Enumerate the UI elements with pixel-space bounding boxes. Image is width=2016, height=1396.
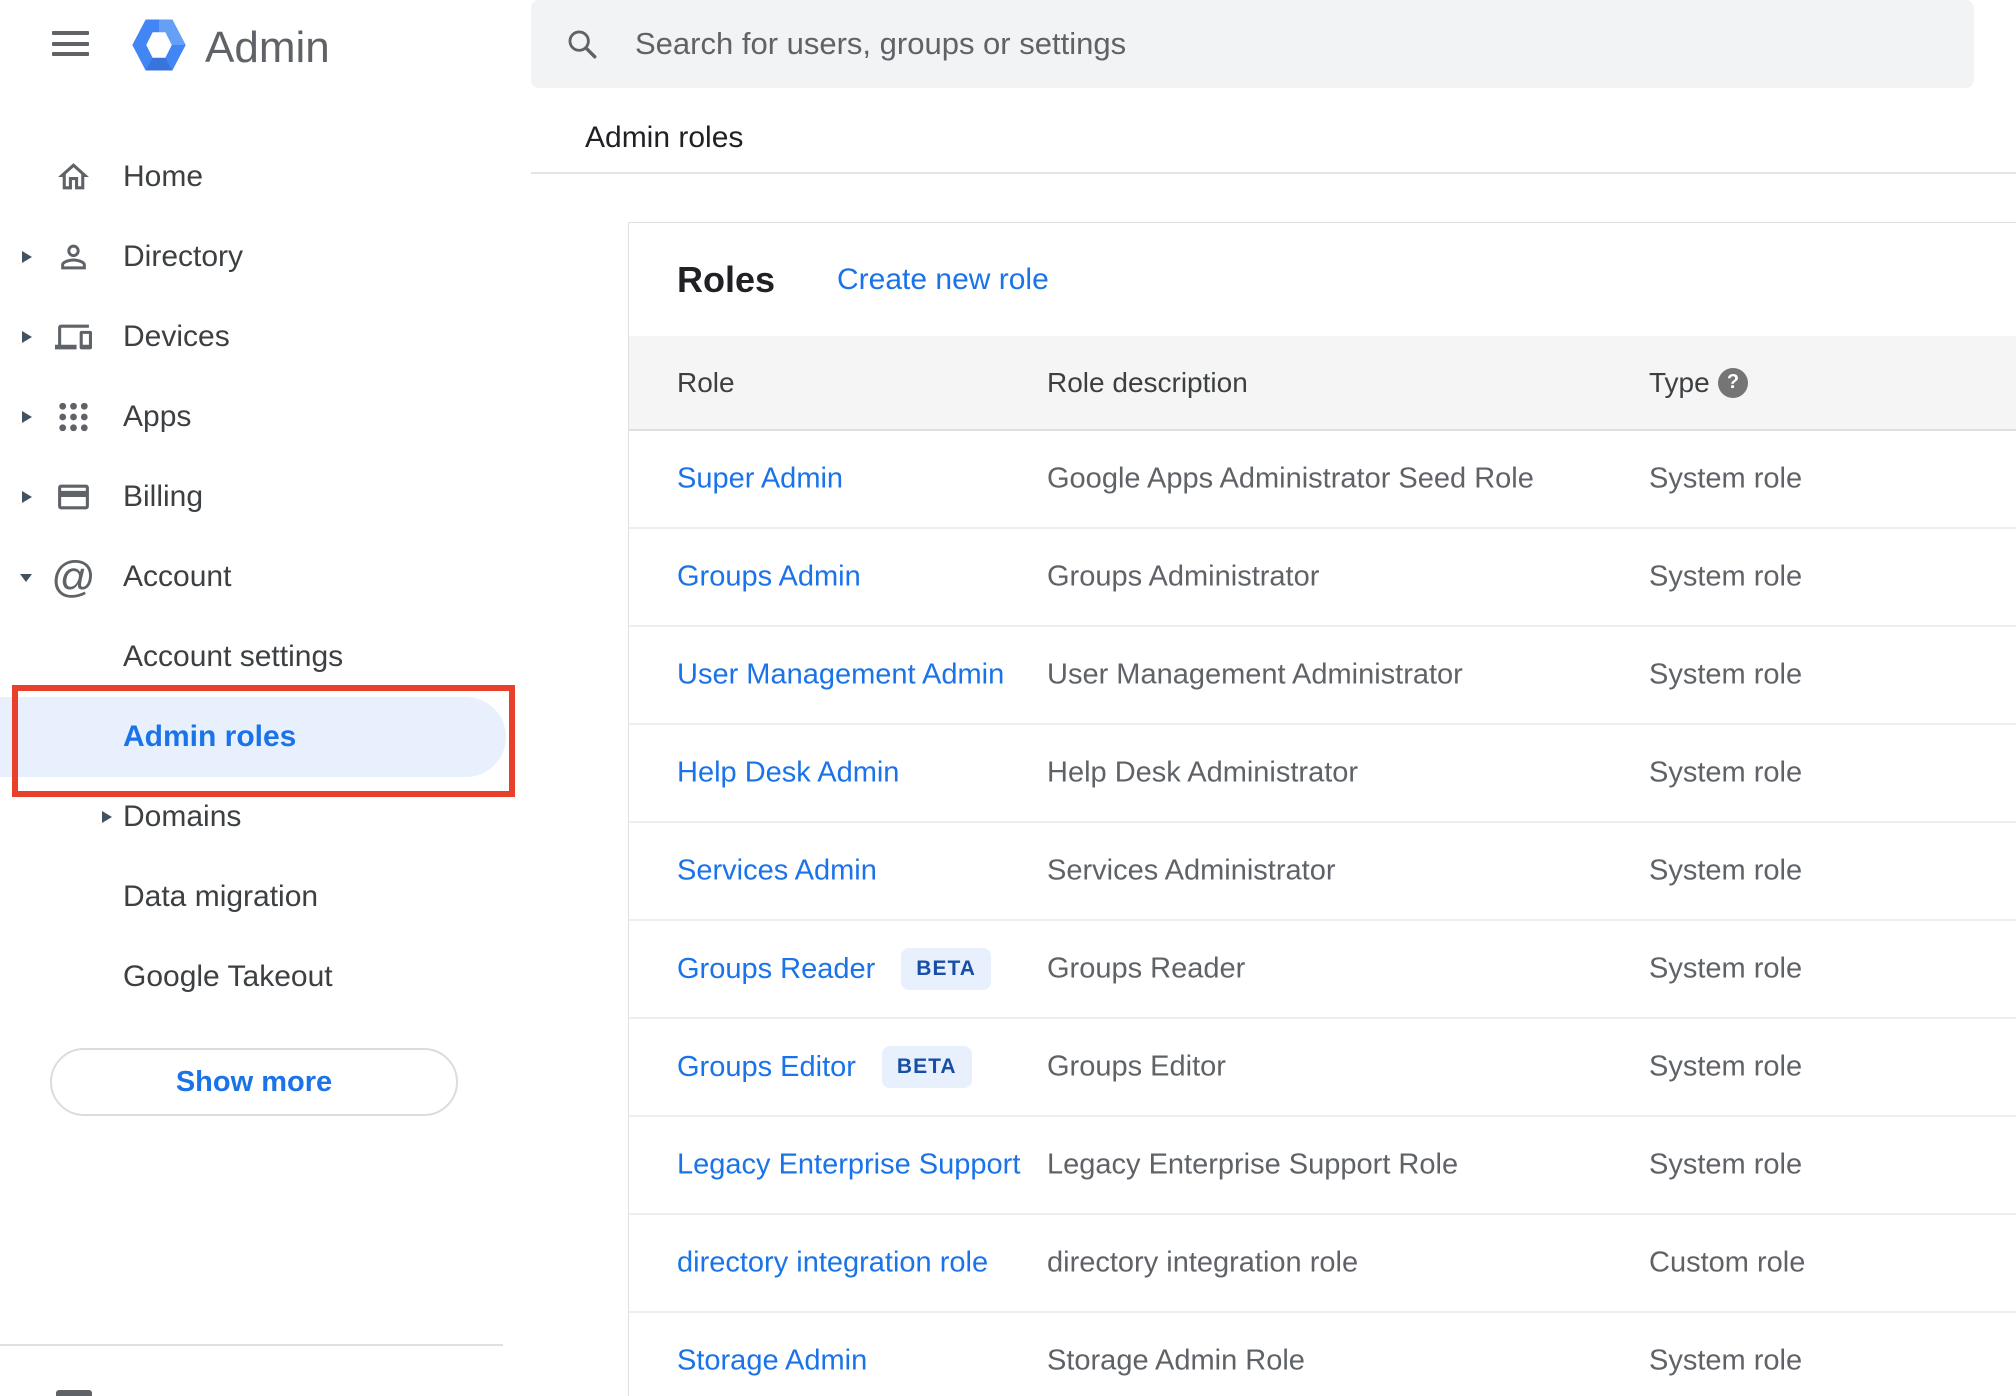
table-row: Super Admin Google Apps Administrator Se… bbox=[629, 431, 2016, 529]
sidebar-item-label: Directory bbox=[123, 240, 244, 273]
page-title: Roles bbox=[677, 258, 776, 300]
search-icon bbox=[568, 30, 597, 59]
apps-icon bbox=[55, 399, 92, 436]
role-type: System role bbox=[1649, 560, 1803, 593]
table-row: User Management Admin User Management Ad… bbox=[629, 627, 2016, 725]
role-link[interactable]: Help Desk Admin bbox=[677, 757, 899, 790]
beta-badge: BETA bbox=[901, 948, 991, 990]
column-header-type: Type bbox=[1649, 366, 1710, 398]
role-description: directory integration role bbox=[1047, 1246, 1359, 1279]
sidebar-item-admin-roles[interactable]: Admin roles bbox=[0, 697, 531, 777]
sidebar-item-label: Home bbox=[123, 160, 204, 193]
billing-icon bbox=[55, 479, 92, 516]
menu-icon[interactable] bbox=[52, 31, 89, 56]
at-icon: @ bbox=[51, 552, 96, 602]
sidebar-item-account[interactable]: @ Account bbox=[0, 537, 531, 617]
table-row: Storage Admin Storage Admin Role System … bbox=[629, 1313, 2016, 1396]
sidebar-item-label: Apps bbox=[123, 400, 192, 433]
home-icon bbox=[55, 159, 92, 196]
role-description: Groups Reader bbox=[1047, 952, 1246, 985]
role-type: System role bbox=[1649, 462, 1803, 495]
admin-logo-text: Admin bbox=[205, 22, 330, 72]
sidebar-item-label: Admin roles bbox=[123, 720, 297, 753]
sidebar-item-label: Google Takeout bbox=[123, 960, 333, 993]
role-link[interactable]: Legacy Enterprise Support bbox=[677, 1149, 1020, 1182]
person-icon bbox=[55, 239, 92, 276]
role-type: System role bbox=[1649, 1344, 1803, 1377]
sidebar-item-devices[interactable]: Devices bbox=[0, 297, 531, 377]
sidebar-item-apps[interactable]: Apps bbox=[0, 377, 531, 457]
role-type: System role bbox=[1649, 952, 1803, 985]
table-body: Super Admin Google Apps Administrator Se… bbox=[629, 431, 2016, 1396]
role-link[interactable]: directory integration role bbox=[677, 1247, 988, 1280]
role-description: Help Desk Administrator bbox=[1047, 756, 1359, 789]
chevron-right-icon[interactable] bbox=[16, 327, 36, 347]
devices-icon bbox=[55, 319, 92, 356]
role-type: System role bbox=[1649, 854, 1803, 887]
sidebar-item-directory[interactable]: Directory bbox=[0, 217, 531, 297]
role-description: Legacy Enterprise Support Role bbox=[1047, 1148, 1459, 1181]
sidebar-nav: Home Directory Devices Apps Billing @ Account A… bbox=[0, 137, 531, 1017]
show-more-button[interactable]: Show more bbox=[50, 1048, 458, 1116]
sidebar-item-label: Account settings bbox=[123, 640, 344, 673]
sidebar-section-divider bbox=[0, 1344, 503, 1346]
table-header-row: Role Role description Type ? bbox=[629, 336, 2016, 431]
roles-card-header: Roles Create new role bbox=[629, 223, 2016, 336]
role-link[interactable]: Groups Reader bbox=[677, 953, 875, 986]
table-row: Groups Editor BETA Groups Editor System … bbox=[629, 1019, 2016, 1117]
chevron-down-icon[interactable] bbox=[16, 567, 36, 587]
role-description: Google Apps Administrator Seed Role bbox=[1047, 462, 1534, 495]
sidebar-item-data-migration[interactable]: Data migration bbox=[0, 857, 531, 937]
role-link[interactable]: Services Admin bbox=[677, 855, 877, 888]
sidebar-item-label: Domains bbox=[123, 800, 242, 833]
sidebar-item-label: Devices bbox=[123, 320, 230, 353]
role-description: User Management Administrator bbox=[1047, 658, 1463, 691]
search-input[interactable] bbox=[635, 26, 1944, 62]
header-divider bbox=[531, 172, 2016, 174]
role-description: Services Administrator bbox=[1047, 854, 1336, 887]
role-link[interactable]: Groups Admin bbox=[677, 561, 861, 594]
role-type: System role bbox=[1649, 756, 1803, 789]
sidebar-item-google-takeout[interactable]: Google Takeout bbox=[0, 937, 531, 1017]
create-new-role-link[interactable]: Create new role bbox=[837, 263, 1049, 297]
sidebar-item-label: Data migration bbox=[123, 880, 319, 913]
admin-logo: Admin bbox=[130, 16, 330, 79]
sidebar-item-label: Billing bbox=[123, 480, 204, 513]
role-description: Groups Editor bbox=[1047, 1050, 1226, 1083]
beta-badge: BETA bbox=[881, 1046, 972, 1088]
role-link[interactable]: Groups Editor bbox=[677, 1051, 856, 1084]
table-row: Groups Admin Groups Administrator System… bbox=[629, 529, 2016, 627]
breadcrumb: Admin roles bbox=[585, 121, 744, 154]
search-bar[interactable] bbox=[531, 0, 1974, 88]
cut-off-sidebar-icon bbox=[56, 1390, 92, 1396]
table-row: Legacy Enterprise Support Legacy Enterpr… bbox=[629, 1117, 2016, 1215]
roles-card: Roles Create new role Role Role descript… bbox=[628, 222, 2016, 1396]
table-row: Help Desk Admin Help Desk Administrator … bbox=[629, 725, 2016, 823]
column-header-role-description: Role description bbox=[1047, 366, 1248, 398]
sidebar-item-billing[interactable]: Billing bbox=[0, 457, 531, 537]
sidebar-item-home[interactable]: Home bbox=[0, 137, 531, 217]
sidebar-item-account-settings[interactable]: Account settings bbox=[0, 617, 531, 697]
sidebar-item-domains[interactable]: Domains bbox=[0, 777, 531, 857]
chevron-right-icon[interactable] bbox=[16, 407, 36, 427]
column-header-role: Role bbox=[677, 366, 735, 398]
table-row: Groups Reader BETA Groups Reader System … bbox=[629, 921, 2016, 1019]
table-row: directory integration role directory int… bbox=[629, 1215, 2016, 1313]
chevron-right-icon[interactable] bbox=[16, 247, 36, 267]
role-type: System role bbox=[1649, 1148, 1803, 1181]
help-icon[interactable]: ? bbox=[1718, 367, 1748, 398]
role-type: System role bbox=[1649, 1050, 1803, 1083]
chevron-right-icon[interactable] bbox=[16, 487, 36, 507]
role-link[interactable]: Super Admin bbox=[677, 463, 843, 496]
role-link[interactable]: User Management Admin bbox=[677, 659, 1004, 692]
role-link[interactable]: Storage Admin bbox=[677, 1345, 867, 1378]
role-type: System role bbox=[1649, 658, 1803, 691]
sidebar-item-label: Account bbox=[123, 560, 232, 593]
chevron-right-icon[interactable] bbox=[96, 807, 116, 827]
table-row: Services Admin Services Administrator Sy… bbox=[629, 823, 2016, 921]
role-type: Custom role bbox=[1649, 1246, 1806, 1279]
role-description: Groups Administrator bbox=[1047, 560, 1320, 593]
admin-logo-hexagon-icon bbox=[130, 16, 188, 79]
role-description: Storage Admin Role bbox=[1047, 1344, 1305, 1377]
